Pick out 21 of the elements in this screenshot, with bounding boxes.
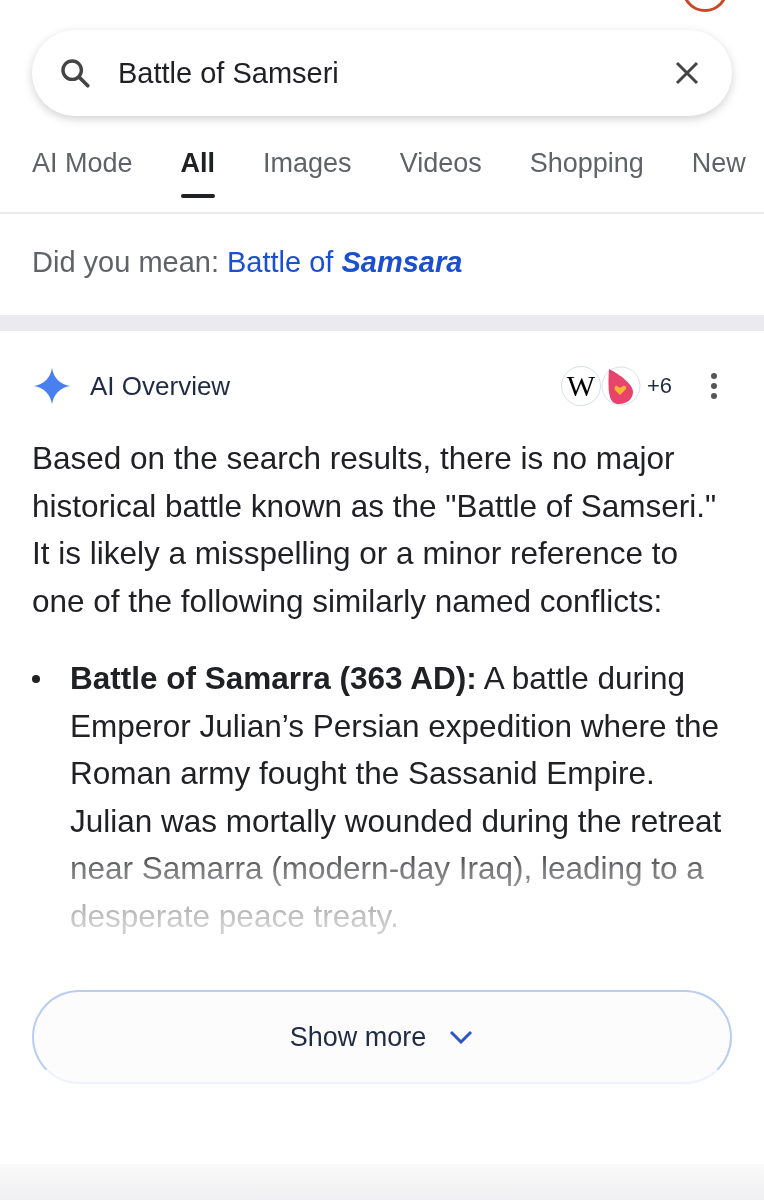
drop-icon[interactable] — [600, 366, 641, 406]
tab[interactable]: All — [180, 142, 216, 198]
show-more-button[interactable]: Show more — [32, 990, 732, 1084]
tab[interactable]: New — [691, 142, 746, 198]
tab[interactable]: Images — [263, 142, 352, 198]
search-field[interactable]: Battle of Samseri — [116, 55, 672, 91]
tab[interactable]: Videos — [399, 142, 482, 198]
chevron-down-icon — [448, 1030, 475, 1044]
source-logo[interactable]: W — [560, 366, 601, 406]
ai-overview-title: AI Overview — [90, 370, 232, 402]
search-icon — [58, 56, 92, 90]
more-options-icon[interactable] — [710, 372, 718, 400]
sparkle-icon — [32, 366, 72, 406]
tab[interactable]: AI Mode — [32, 142, 133, 198]
tab[interactable]: Shopping — [529, 142, 644, 198]
bullet-text: Battle of Samarra (363 AD): A battle during Emperor Julian’s Persian expedition where the Roman army fought the Sassanid Empire. Julian was mortally wounded during the retreat near Samarra (modern-day Iraq), leading to a desperate peace treaty. — [70, 659, 723, 936]
did-you-mean-label: Did you mean: — [32, 246, 219, 278]
sources-count[interactable]: +6 — [646, 373, 672, 399]
summary-paragraph: Based on the search results, there is no major historical battle known as the "Battle of Samseri." It is likely a misspelling or a minor reference to one of the following similarly named conflicts: — [32, 439, 718, 621]
bullet-dot — [32, 675, 40, 683]
suggestion-link[interactable]: Battle of Samsara — [227, 246, 463, 278]
